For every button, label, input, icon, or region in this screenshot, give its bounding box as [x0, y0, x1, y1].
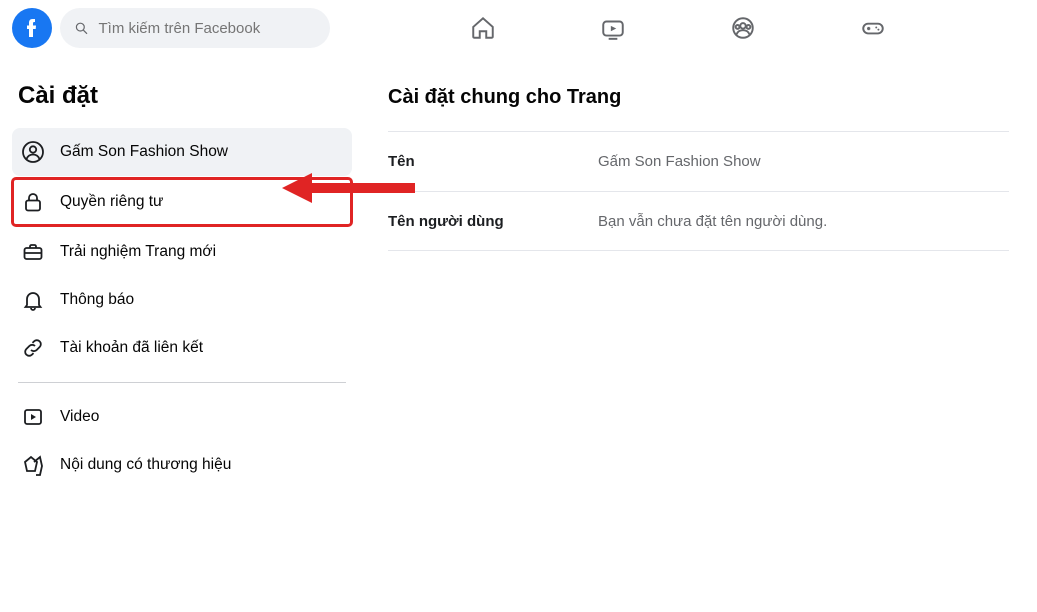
sidebar-item-linked-accounts[interactable]: Tài khoản đã liên kết — [12, 324, 352, 372]
sidebar-item-label: Gấm Son Fashion Show — [60, 143, 228, 161]
nav-groups[interactable] — [723, 8, 763, 48]
facebook-logo[interactable] — [12, 8, 52, 48]
gaming-icon — [860, 15, 886, 41]
search-input[interactable] — [96, 19, 316, 38]
home-icon — [470, 15, 496, 41]
branded-icon — [20, 452, 46, 478]
search-icon — [74, 20, 88, 36]
sidebar-item-page[interactable]: Gấm Son Fashion Show — [12, 128, 352, 176]
sidebar-item-branded-content[interactable]: Nội dung có thương hiệu — [12, 441, 352, 489]
groups-icon — [730, 15, 756, 41]
page-settings-heading: Cài đặt chung cho Trang — [388, 86, 1009, 109]
video-icon — [20, 404, 46, 430]
top-nav — [330, 8, 1025, 48]
sidebar-item-label: Video — [60, 408, 99, 426]
user-icon — [20, 139, 46, 165]
briefcase-icon — [20, 239, 46, 265]
lock-icon — [20, 189, 46, 215]
setting-value: Gấm Son Fashion Show — [598, 153, 761, 170]
search-bar[interactable] — [60, 8, 330, 48]
sidebar-item-label: Quyền riêng tư — [60, 193, 163, 211]
bell-icon — [20, 287, 46, 313]
setting-label: Tên người dùng — [388, 213, 598, 230]
sidebar-item-label: Trải nghiệm Trang mới — [60, 243, 216, 261]
sidebar: Cài đặt Gấm Son Fashion Show Quyền riêng… — [0, 56, 360, 501]
nav-home[interactable] — [463, 8, 503, 48]
sidebar-item-video[interactable]: Video — [12, 393, 352, 441]
watch-icon — [600, 15, 626, 41]
main-content: Cài đặt chung cho Trang Tên Gấm Son Fash… — [360, 56, 1037, 501]
nav-watch[interactable] — [593, 8, 633, 48]
facebook-icon — [20, 16, 44, 40]
link-icon — [20, 335, 46, 361]
sidebar-item-label: Nội dung có thương hiệu — [60, 456, 231, 474]
nav-gaming[interactable] — [853, 8, 893, 48]
top-bar — [0, 0, 1037, 56]
sidebar-item-new-page-experience[interactable]: Trải nghiệm Trang mới — [12, 228, 352, 276]
setting-row-name[interactable]: Tên Gấm Son Fashion Show — [388, 131, 1009, 191]
sidebar-item-label: Thông báo — [60, 291, 134, 309]
sidebar-item-label: Tài khoản đã liên kết — [60, 339, 203, 357]
setting-value: Bạn vẫn chưa đặt tên người dùng. — [598, 213, 827, 230]
setting-row-username[interactable]: Tên người dùng Bạn vẫn chưa đặt tên ngườ… — [388, 191, 1009, 251]
sidebar-divider — [18, 382, 346, 383]
sidebar-title: Cài đặt — [18, 82, 352, 110]
setting-label: Tên — [388, 153, 598, 170]
sidebar-item-privacy[interactable]: Quyền riêng tư — [12, 178, 352, 226]
sidebar-item-notifications[interactable]: Thông báo — [12, 276, 352, 324]
